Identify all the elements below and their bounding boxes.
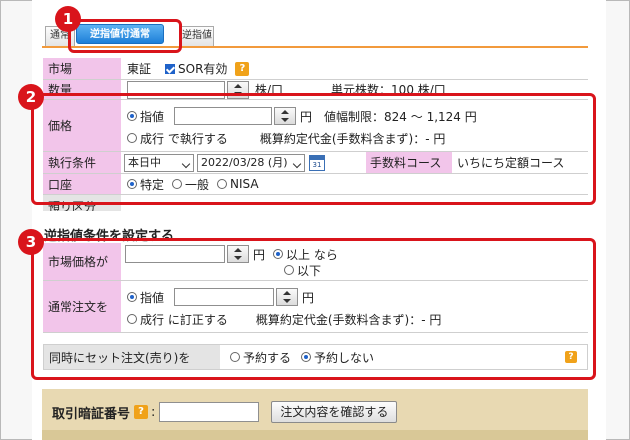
- pin-input[interactable]: [159, 402, 260, 422]
- market-value-cell: 東証 SOR有効 ?: [121, 58, 588, 79]
- highlight-box-3: [31, 238, 596, 380]
- badge-1: 1: [55, 6, 81, 32]
- pin-label: 取引暗証番号: [52, 406, 131, 422]
- tab-stop-order[interactable]: 逆指値: [180, 26, 214, 46]
- highlight-box-2: [31, 93, 596, 205]
- badge-2: 2: [18, 84, 44, 110]
- market-label: 市場: [43, 58, 121, 79]
- bottom-strip: [42, 430, 588, 440]
- highlight-box-1: [68, 19, 182, 53]
- help-icon[interactable]: ?: [134, 405, 149, 419]
- sor-checkbox-group[interactable]: SOR有効: [165, 60, 227, 77]
- sor-label: SOR有効: [178, 62, 228, 76]
- badge-3: 3: [18, 229, 44, 255]
- help-icon[interactable]: ?: [235, 61, 250, 76]
- pin-group: 取引暗証番号 ? : 注文内容を確認する: [52, 401, 398, 423]
- sor-checkbox[interactable]: [165, 64, 176, 74]
- confirm-order-button[interactable]: 注文内容を確認する: [271, 401, 398, 423]
- market-row: 市場 東証 SOR有効 ?: [43, 58, 588, 80]
- market-value: 東証: [127, 62, 152, 76]
